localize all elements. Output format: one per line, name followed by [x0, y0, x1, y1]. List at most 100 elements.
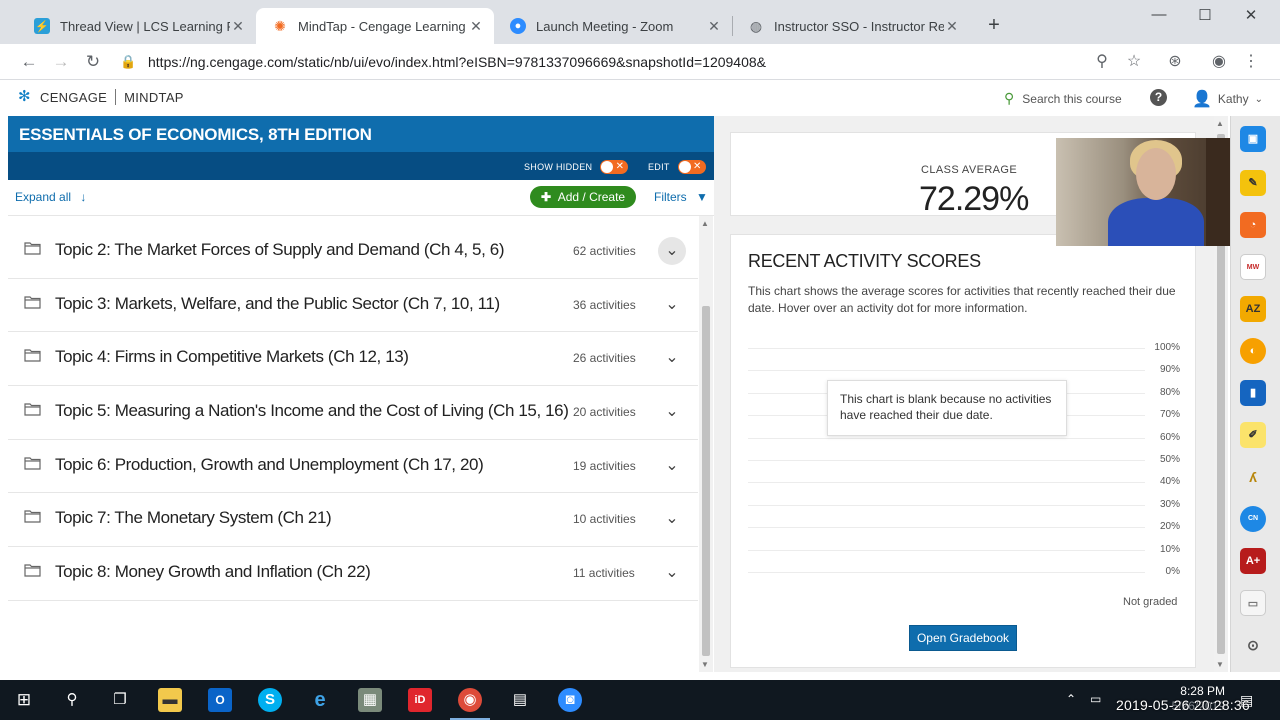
topic-title[interactable]: Topic 5: Measuring a Nation's Income and… [55, 401, 569, 421]
grade-icon[interactable]: A+ [1240, 548, 1266, 574]
location-pin-icon[interactable]: ⊙ [1240, 632, 1266, 658]
close-icon[interactable]: ✕ [706, 18, 722, 35]
zoom-icon: ● [510, 18, 526, 34]
topic-title[interactable]: Topic 3: Markets, Welfare, and the Publi… [55, 294, 500, 314]
briefcase-icon[interactable]: ▣ [1240, 126, 1266, 152]
chevron-down-icon[interactable]: ⌄ [658, 559, 686, 587]
read-aloud-icon[interactable]: ʎ [1240, 464, 1266, 490]
topic-title[interactable]: Topic 4: Firms in Competitive Markets (C… [55, 347, 409, 367]
chevron-down-icon[interactable]: ⌄ [658, 505, 686, 533]
chart-gridline [748, 370, 1145, 372]
chart-y-tick-label: 90% [1159, 364, 1180, 376]
search-placeholder: Search this course [1022, 91, 1122, 106]
topic-row[interactable]: Topic 7: The Monetary System (Ch 21) 10 a… [8, 493, 698, 548]
topic-title[interactable]: Topic 8: Money Growth and Inflation (Ch … [55, 562, 371, 582]
topic-row[interactable]: Topic 2: The Market Forces of Supply and… [8, 225, 698, 279]
chart-gridline [748, 549, 1145, 551]
internet-explorer-icon[interactable]: e [308, 688, 332, 712]
folder-icon [24, 403, 41, 416]
profile-icon[interactable]: ◉ [1207, 50, 1231, 74]
battery-icon[interactable]: ▭ [1090, 692, 1101, 706]
expand-all-link[interactable]: Expand all ↓ [15, 190, 86, 204]
toggle-switch[interactable]: ✕ [600, 160, 629, 174]
topic-row[interactable]: Topic 5: Measuring a Nation's Income and… [8, 386, 698, 440]
cengage-logo[interactable]: ✻ CENGAGE MINDTAP [18, 89, 184, 105]
chevron-down-icon[interactable]: ⌄ [658, 398, 686, 426]
open-gradebook-button[interactable]: Open Gradebook [909, 625, 1017, 651]
toggle-off-icon: ✕ [693, 161, 702, 172]
close-icon[interactable]: ✕ [944, 18, 960, 35]
bookmark-star-icon[interactable]: ☆ [1122, 50, 1146, 74]
topic-title[interactable]: Topic 7: The Monetary System (Ch 21) [55, 508, 332, 528]
course-options-bar: SHOW HIDDEN ✕ EDIT ✕ [8, 152, 714, 180]
folder-icon [24, 296, 41, 309]
circle-logo-icon[interactable]: ◐ [1240, 338, 1266, 364]
address-bar: ← → ↻ 🔒 https://ng.cengage.com/static/nb… [0, 44, 1280, 80]
course-search[interactable]: ⚲ Search this course [1004, 90, 1122, 107]
toggle-switch[interactable]: ✕ [677, 160, 706, 174]
zoom-magnifier-icon[interactable]: ⚲ [1090, 50, 1114, 74]
show-hidden-toggle[interactable]: SHOW HIDDEN ✕ [524, 160, 629, 174]
chevron-down-icon[interactable]: ⌄ [658, 237, 686, 265]
add-create-button[interactable]: ✚ Add / Create [530, 186, 637, 208]
outlook-icon[interactable]: O [208, 688, 232, 712]
search-icon[interactable]: ⚲ [60, 688, 84, 712]
minimize-icon[interactable]: — [1144, 6, 1174, 23]
highlighter-icon[interactable]: ✎ [1240, 170, 1266, 196]
topic-row[interactable]: Topic 4: Firms in Competitive Markets (C… [8, 332, 698, 387]
browser-menu-icon[interactable]: ⋮ [1239, 50, 1263, 74]
merriam-webster-icon[interactable]: MW [1240, 254, 1266, 280]
cnow-icon[interactable]: CN [1240, 506, 1266, 532]
window-close-icon[interactable]: ✕ [1236, 6, 1266, 24]
left-scrollbar[interactable]: ▲ ▼ [699, 216, 713, 672]
filters-button[interactable]: Filters ▼ [654, 190, 708, 204]
tray-expand-icon[interactable]: ⌃ [1066, 692, 1076, 706]
chrome-icon[interactable]: ◉ [450, 688, 490, 720]
chevron-down-icon[interactable]: ⌄ [658, 291, 686, 319]
chart-y-tick-label: 60% [1159, 431, 1180, 443]
maximize-icon[interactable]: ☐ [1190, 6, 1220, 24]
tab-zoom[interactable]: ● Launch Meeting - Zoom ✕ [494, 8, 732, 44]
edit-toggle[interactable]: EDIT ✕ [648, 160, 706, 174]
tab-instructor-sso[interactable]: ◍ Instructor SSO - Instructor Resou ✕ [732, 8, 970, 44]
tab-mindtap[interactable]: ✺ MindTap - Cengage Learning ✕ [256, 8, 494, 44]
zoom-app-icon[interactable]: ◙ [558, 688, 582, 712]
extension-icon[interactable]: ⊛ [1163, 50, 1187, 74]
reload-icon[interactable]: ↻ [81, 50, 105, 74]
topic-title[interactable]: Topic 6: Production, Growth and Unemploy… [55, 455, 484, 475]
skype-icon[interactable]: S [258, 688, 282, 712]
chevron-down-icon[interactable]: ⌄ [658, 452, 686, 480]
user-icon: 👤 [1192, 91, 1212, 108]
user-menu[interactable]: 👤 Kathy ⌄ [1192, 89, 1263, 109]
indesign-icon[interactable]: iD [408, 688, 432, 712]
app-icon[interactable]: ▦ [358, 688, 382, 712]
page-icon[interactable]: ▭ [1240, 590, 1266, 616]
note-icon[interactable]: ✐ [1240, 422, 1266, 448]
book-icon[interactable]: ▮ [1240, 380, 1266, 406]
close-icon[interactable]: ✕ [468, 18, 484, 35]
task-view-icon[interactable]: ❐ [108, 688, 132, 712]
rss-icon[interactable]: ◔ [1240, 212, 1266, 238]
calculator-icon[interactable]: ▤ [508, 688, 532, 712]
file-explorer-icon[interactable]: ▬ [158, 688, 182, 712]
help-icon[interactable]: ? [1150, 89, 1167, 106]
topic-title[interactable]: Topic 2: The Market Forces of Supply and… [55, 240, 504, 260]
chevron-down-icon[interactable]: ⌄ [658, 344, 686, 372]
tab-thread-view[interactable]: ⚡ Thread View | LCS Learning Platf ✕ [18, 8, 256, 44]
forward-icon[interactable]: → [49, 50, 73, 74]
windows-start-icon[interactable]: ⊞ [12, 688, 36, 712]
topic-row[interactable]: Topic 6: Production, Growth and Unemploy… [8, 439, 698, 494]
tab-title: Thread View | LCS Learning Platf [60, 18, 230, 34]
tab-title: Instructor SSO - Instructor Resou [774, 18, 944, 34]
folder-icon [24, 242, 41, 255]
a-z-icon[interactable]: AZ [1240, 296, 1266, 322]
back-icon[interactable]: ← [17, 50, 41, 74]
windows-taskbar: ⊞ ⚲ ❐ ▬ O S e ▦ iD ◉ ▤ ◙ ⌃ ▭ 8:28 PM 5/2… [0, 680, 1280, 720]
url-field[interactable]: 🔒 https://ng.cengage.com/static/nb/ui/ev… [120, 48, 1090, 76]
topic-row[interactable]: Topic 8: Money Growth and Inflation (Ch … [8, 547, 698, 601]
app-header: ✻ CENGAGE MINDTAP ⚲ Search this course ?… [0, 80, 1280, 116]
new-tab-button[interactable]: + [984, 14, 1004, 36]
close-icon[interactable]: ✕ [230, 18, 246, 35]
extension-sidebar: ▣ ✎ ◔ MW AZ ◐ ▮ ✐ ʎ CN A+ ▭ ⊙ [1230, 116, 1280, 672]
topic-row[interactable]: Topic 3: Markets, Welfare, and the Publi… [8, 278, 698, 333]
